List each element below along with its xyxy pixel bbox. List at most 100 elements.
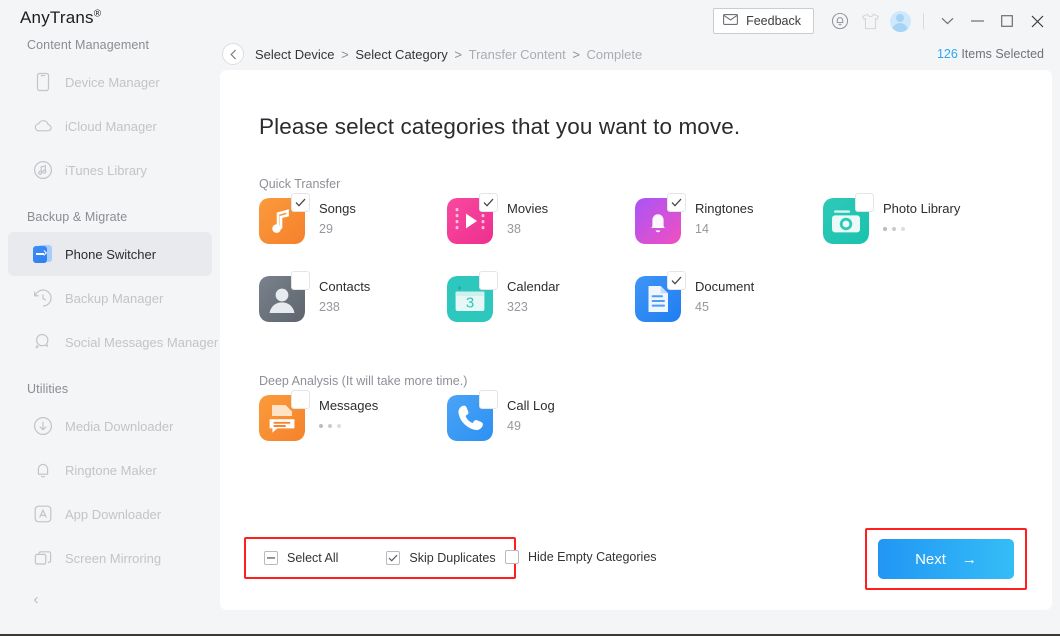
next-button[interactable]: Next → (878, 539, 1014, 579)
anytrans-window: AnyTrans® Content ManagementDevice Manag… (0, 0, 1060, 636)
maximize-icon[interactable] (992, 6, 1022, 36)
sidebar-item-app-downloader[interactable]: App Downloader (8, 492, 212, 536)
breadcrumb-step-transfer-content[interactable]: Transfer Content (469, 47, 566, 62)
breadcrumb-separator: > (569, 47, 584, 62)
category-icon-wrap (259, 198, 305, 244)
chevron-down-icon[interactable] (932, 6, 962, 36)
sidebar-item-social-messages-manager[interactable]: Social Messages Manager (8, 320, 212, 364)
shirt-icon[interactable] (855, 6, 885, 36)
category-icon-wrap (259, 276, 305, 322)
sidebar-item-label: iCloud Manager (65, 119, 157, 134)
select-all-checkbox[interactable]: Select All (264, 551, 338, 565)
category-ringtones[interactable]: Ringtones14 (635, 198, 823, 276)
next-button-label: Next (915, 551, 946, 568)
titlebar-divider (923, 13, 924, 29)
sidebar-item-icloud-manager[interactable]: iCloud Manager (8, 104, 212, 148)
sidebar-item-backup-manager[interactable]: Backup Manager (8, 276, 212, 320)
sidebar-item-label: Backup Manager (65, 291, 163, 306)
category-contacts[interactable]: Contacts238 (259, 276, 447, 354)
sidebar-item-label: Device Manager (65, 75, 160, 90)
chat-bubbles-icon (32, 331, 54, 353)
category-icon-wrap (447, 198, 493, 244)
category-icon-wrap (259, 395, 305, 441)
breadcrumb-step-select-device[interactable]: Select Device (255, 47, 334, 62)
avatar-button[interactable] (885, 6, 915, 36)
category-name: Movies (507, 201, 548, 216)
category-checkbox-photo-library[interactable] (855, 193, 874, 212)
category-grid-quick-transfer: Songs29 Movies38Ringtones14 Photo Library C… (259, 198, 1011, 354)
sidebar-item-phone-switcher[interactable]: Phone Switcher (8, 232, 212, 276)
page-title: Please select categories that you want t… (259, 114, 740, 140)
category-checkbox-calendar[interactable] (479, 271, 498, 290)
category-text: Photo Library (883, 198, 960, 231)
category-checkbox-messages[interactable] (291, 390, 310, 409)
category-document[interactable]: Document45 (635, 276, 823, 354)
sidebar-item-label: Ringtone Maker (65, 463, 157, 478)
sidebar-item-ringtone-maker[interactable]: Ringtone Maker (8, 448, 212, 492)
category-messages[interactable]: Messages (259, 395, 447, 473)
hide-empty-categories-checkbox[interactable]: Hide Empty Categories (505, 550, 657, 564)
items-selected-count: 126 (937, 47, 958, 61)
sidebar-item-itunes-library[interactable]: iTunes Library (8, 148, 212, 192)
sidebar-item-label: Media Downloader (65, 419, 173, 434)
category-text: Document45 (695, 276, 754, 314)
category-calendar[interactable]: 3Calendar323 (447, 276, 635, 354)
section-label-quick-transfer: Quick Transfer (259, 177, 340, 191)
next-button-highlight: Next → (865, 528, 1027, 590)
category-icon-wrap (635, 276, 681, 322)
category-name: Calendar (507, 279, 560, 294)
category-count: 323 (507, 300, 560, 314)
sidebar-item-label: App Downloader (65, 507, 161, 522)
category-checkbox-songs[interactable] (291, 193, 310, 212)
items-selected-status: 126 Items Selected (937, 47, 1044, 61)
category-songs[interactable]: Songs29 (259, 198, 447, 276)
category-text: Calendar 323 (507, 276, 560, 314)
sidebar-item-screen-mirroring[interactable]: Screen Mirroring (8, 536, 212, 580)
footer-options-highlight: Select All Skip Duplicates (244, 537, 516, 579)
feedback-button[interactable]: Feedback (713, 8, 814, 34)
category-loading-dots (319, 424, 378, 428)
sidebar-item-device-manager[interactable]: Device Manager (8, 60, 212, 104)
breadcrumb-step-select-category[interactable]: Select Category (355, 47, 448, 62)
minimize-icon[interactable] (962, 6, 992, 36)
avatar (890, 11, 911, 32)
category-call-log[interactable]: Call Log49 (447, 395, 635, 473)
category-checkbox-call-log[interactable] (479, 390, 498, 409)
feedback-label: Feedback (746, 14, 801, 28)
category-checkbox-movies[interactable] (479, 193, 498, 212)
category-icon-wrap (635, 198, 681, 244)
select-all-label: Select All (287, 551, 338, 565)
back-button[interactable] (222, 43, 244, 65)
bell-icon[interactable] (825, 6, 855, 36)
app-brand-name: AnyTrans (20, 8, 94, 27)
category-text: Songs29 (319, 198, 356, 236)
category-text: Contacts238 (319, 276, 370, 314)
category-checkbox-ringtones[interactable] (667, 193, 686, 212)
sidebar-group-title: Content Management (0, 38, 220, 52)
footer-bar: Select All Skip Duplicates Hide Empty Ca… (220, 526, 1052, 610)
breadcrumb-bar: Select Device > Select Category > Transf… (222, 38, 1052, 70)
breadcrumb-separator: > (337, 47, 352, 62)
phone-switcher-icon (32, 243, 54, 265)
arrow-right-icon: → (962, 551, 977, 568)
skip-duplicates-checkbox[interactable]: Skip Duplicates (386, 551, 495, 565)
app-store-icon (32, 503, 54, 525)
sidebar-collapse-button[interactable]: ‹ (26, 590, 46, 610)
category-checkbox-contacts[interactable] (291, 271, 310, 290)
category-movies[interactable]: Movies38 (447, 198, 635, 276)
sidebar-item-media-downloader[interactable]: Media Downloader (8, 404, 212, 448)
titlebar-controls: Feedback (713, 0, 1060, 42)
category-photo-library[interactable]: Photo Library (823, 198, 1011, 276)
mail-icon (723, 14, 738, 28)
close-icon[interactable] (1022, 6, 1052, 36)
category-name: Call Log (507, 398, 555, 413)
category-icon-wrap (447, 395, 493, 441)
category-loading-dots (883, 227, 960, 231)
sidebar: AnyTrans® Content ManagementDevice Manag… (0, 0, 220, 634)
category-name: Ringtones (695, 201, 754, 216)
sidebar-group-title: Backup & Migrate (0, 210, 220, 224)
category-name: Songs (319, 201, 356, 216)
category-checkbox-document[interactable] (667, 271, 686, 290)
breadcrumb-step-complete[interactable]: Complete (587, 47, 643, 62)
category-text: Call Log49 (507, 395, 555, 433)
